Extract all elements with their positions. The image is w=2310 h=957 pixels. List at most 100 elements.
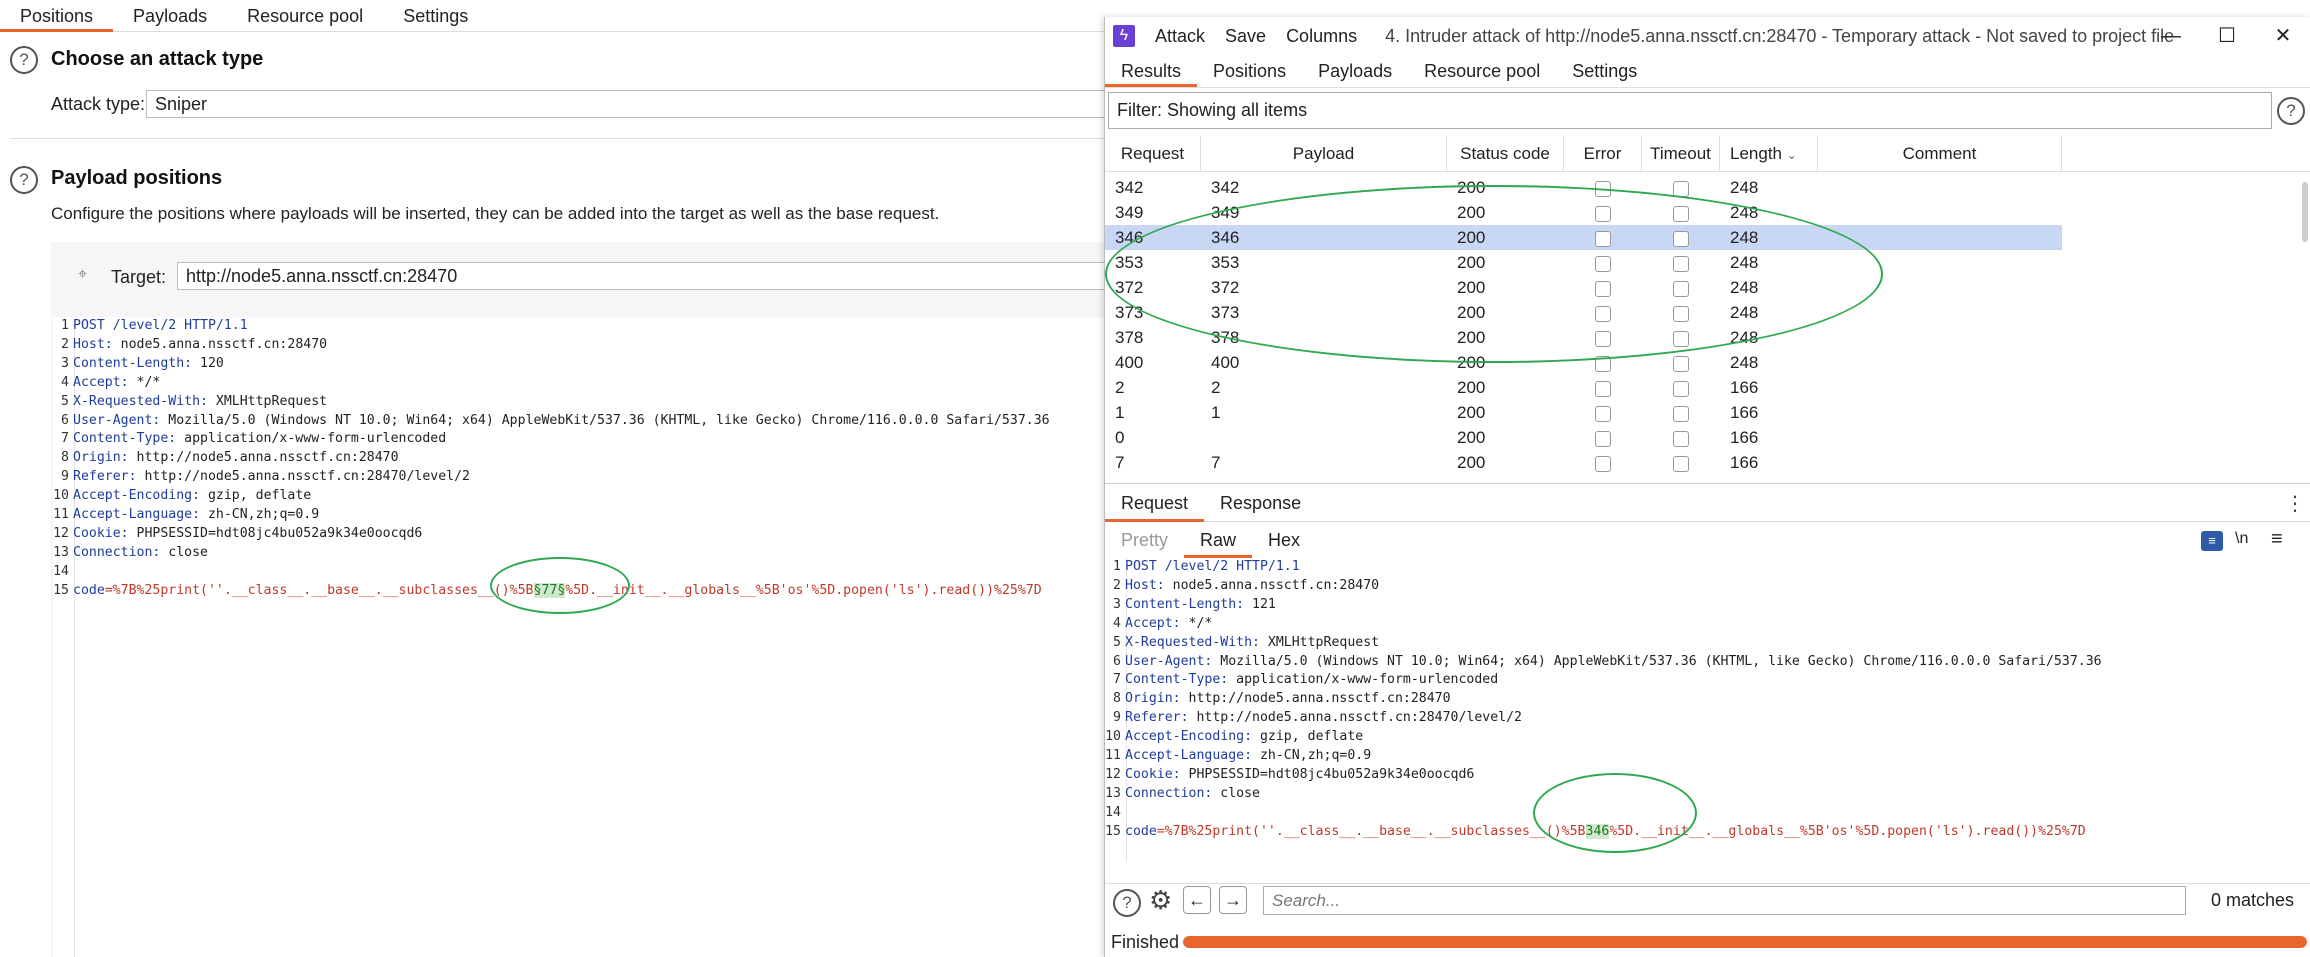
timeout-checkbox[interactable] — [1673, 405, 1689, 422]
tab-raw[interactable]: Raw — [1184, 522, 1253, 558]
status-cell: 200 — [1457, 403, 1486, 422]
col-comment[interactable]: Comment — [1818, 136, 2062, 172]
target-crosshair-icon[interactable]: ⌖ — [78, 266, 87, 284]
request-cell: 1 — [1115, 403, 1125, 422]
header-value: node5.anna.nssctf.cn:28470 — [112, 336, 328, 352]
result-row[interactable]: 1 1 200 166 — [1105, 400, 2062, 425]
line-number: 14 — [53, 563, 69, 579]
tab-results[interactable]: Results — [1105, 55, 1198, 87]
filter-bar[interactable]: Filter: Showing all items — [1108, 92, 2272, 129]
wrap-lines-icon[interactable]: ≡ — [2201, 531, 2223, 551]
payload-positions-title: Payload positions — [51, 167, 223, 189]
intruder-positions-pane: Positions Payloads Resource pool Setting… — [0, 0, 1104, 957]
timeout-cell — [1642, 425, 1720, 450]
col-length[interactable]: Length ⌄ — [1720, 136, 1818, 172]
code-line: 13 Connection: close — [53, 544, 208, 563]
body-param-value: =%7B%25print(''.__class__.__base__.__sub… — [104, 582, 534, 598]
tab-positions[interactable]: Positions — [0, 0, 114, 32]
window-title-bar: ϟ Attack Save Columns 4. Intruder attack… — [1105, 17, 2310, 55]
error-checkbox[interactable] — [1595, 405, 1611, 422]
search-divider — [1105, 883, 2310, 884]
minimize-icon[interactable]: — — [2143, 17, 2199, 55]
attack-type-title: Choose an attack type — [51, 48, 264, 70]
previous-match-icon[interactable]: ← — [1183, 886, 1211, 914]
error-checkbox[interactable] — [1595, 455, 1611, 472]
comment-cell — [1818, 400, 2062, 425]
result-row[interactable]: 2 2 200 166 — [1105, 375, 2062, 400]
tab-resource-pool[interactable]: Resource pool — [1408, 55, 1556, 87]
error-checkbox[interactable] — [1595, 430, 1611, 447]
tab-settings[interactable]: Settings — [1556, 55, 1653, 87]
col-request[interactable]: Request — [1105, 136, 1201, 172]
tab-resource-pool[interactable]: Resource pool — [227, 0, 383, 32]
error-checkbox[interactable] — [1595, 380, 1611, 397]
result-row[interactable]: 7 7 200 166 — [1105, 450, 2062, 475]
header-name: User-Agent: — [1125, 653, 1213, 669]
body-param-value: =%7B%25print(''.__class__.__base__.__sub… — [1156, 823, 1586, 839]
timeout-checkbox[interactable] — [1673, 380, 1689, 397]
help-icon[interactable]: ? — [1113, 889, 1141, 917]
attack-type-select[interactable]: Sniper — [146, 90, 1104, 118]
payload-cell — [1201, 425, 1447, 450]
header-name: Host: — [1125, 577, 1165, 593]
tab-settings[interactable]: Settings — [383, 0, 488, 32]
tab-positions[interactable]: Positions — [1197, 55, 1302, 87]
line-number: 5 — [1113, 634, 1121, 650]
header-value: */* — [128, 374, 161, 390]
match-count: 0 matches — [2211, 890, 2295, 910]
line-number: 9 — [61, 469, 69, 485]
timeout-checkbox[interactable] — [1673, 455, 1689, 472]
close-icon[interactable]: ✕ — [2255, 17, 2310, 55]
tab-payloads[interactable]: Payloads — [1302, 55, 1408, 87]
comment-cell — [1818, 375, 2062, 400]
result-row[interactable]: 0 200 166 — [1105, 425, 2062, 450]
newline-toggle[interactable]: \n — [2235, 530, 2248, 548]
help-icon[interactable]: ? — [10, 46, 38, 74]
search-input[interactable] — [1263, 886, 2186, 915]
menu-attack[interactable]: Attack — [1145, 26, 1215, 47]
header-value: node5.anna.nssctf.cn:28470 — [1164, 577, 1380, 593]
line-number: 5 — [61, 393, 69, 409]
next-match-icon[interactable]: → — [1219, 886, 1247, 914]
view-mode-tabs: Pretty Raw Hex — [1105, 522, 2310, 558]
gear-icon[interactable]: ⚙ — [1149, 885, 1172, 916]
menu-icon[interactable]: ≡ — [2271, 528, 2283, 551]
filter-help-icon[interactable]: ? — [2277, 97, 2305, 125]
maximize-icon[interactable]: ☐ — [2199, 17, 2255, 55]
menu-columns[interactable]: Columns — [1276, 26, 1367, 47]
header-value: PHPSESSID=hdt08jc4bu052a9k34e0oocqd6 — [1180, 766, 1475, 782]
request-cell: 7 — [1115, 453, 1125, 472]
header-name: Content-Length: — [73, 355, 193, 371]
line-number: 15 — [53, 582, 69, 598]
col-status-code[interactable]: Status code — [1447, 136, 1564, 172]
error-cell — [1564, 400, 1642, 425]
request-editor[interactable]: 1 POST /level/2 HTTP/1.1 2 Host: node5.anna… — [53, 317, 1104, 957]
header-name: Accept-Language: — [1125, 748, 1253, 763]
line-number: 7 — [1113, 672, 1121, 688]
target-input[interactable]: http://node5.anna.nssctf.cn:28470 — [177, 262, 1104, 290]
tab-payloads[interactable]: Payloads — [113, 0, 227, 32]
request-viewer[interactable]: 1 POST /level/2 HTTP/1.1 2 Host: node5.anna… — [1105, 558, 2310, 861]
tab-pretty[interactable]: Pretty — [1105, 522, 1184, 558]
status-text: Finished — [1111, 932, 1180, 952]
kebab-menu-icon[interactable]: ⋮ — [2285, 491, 2305, 516]
line-number: 1 — [61, 318, 69, 333]
results-scrollbar[interactable] — [2302, 182, 2308, 242]
col-error[interactable]: Error — [1564, 136, 1642, 172]
header-value: XMLHttpRequest — [207, 393, 328, 409]
tab-response[interactable]: Response — [1204, 484, 1317, 522]
tab-request[interactable]: Request — [1105, 484, 1205, 522]
col-payload[interactable]: Payload — [1201, 136, 1447, 172]
timeout-checkbox[interactable] — [1673, 355, 1689, 372]
timeout-checkbox[interactable] — [1673, 180, 1689, 197]
menu-save[interactable]: Save — [1215, 26, 1276, 47]
code-line: 8 Origin: http://node5.anna.nssctf.cn:284… — [1105, 690, 1450, 709]
tab-hex[interactable]: Hex — [1252, 522, 1316, 558]
code-line: 7 Content-Type: application/x-www-form-ur… — [53, 430, 446, 449]
header-name: Referer: — [1125, 710, 1189, 726]
intruder-attack-window: ϟ Attack Save Columns 4. Intruder attack… — [1104, 17, 2310, 957]
timeout-checkbox[interactable] — [1673, 430, 1689, 447]
help-icon[interactable]: ? — [10, 166, 38, 194]
header-value: PHPSESSID=hdt08jc4bu052a9k34e0oocqd6 — [128, 525, 423, 541]
col-timeout[interactable]: Timeout — [1642, 136, 1720, 172]
